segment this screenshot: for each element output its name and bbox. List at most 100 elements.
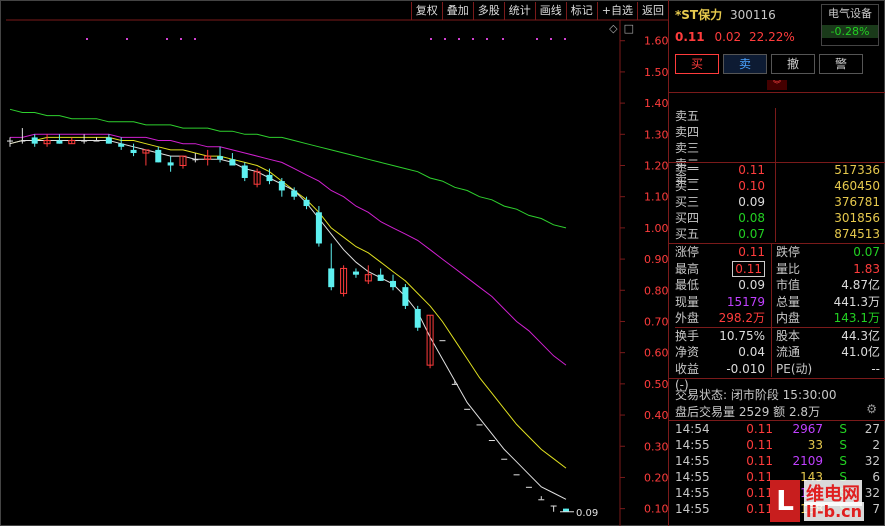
stat-row: 最低 0.09 市值 4.87亿 [675, 277, 880, 294]
orderbook-row[interactable]: 买四 0.08 301856 [675, 210, 880, 226]
candle-body-down [414, 308, 421, 328]
orderbook-price: 0.09 [738, 195, 765, 209]
tick-side: S [839, 454, 847, 468]
stat-label: 收益(-) [675, 361, 700, 393]
watermark-logo: L 维电网 li-b.cn [770, 478, 882, 524]
orderbook-level-label: 买三 [675, 195, 700, 209]
stat-value: 143.1万 [833, 311, 880, 325]
orderbook-row[interactable]: 买二 0.10 460450 [675, 178, 880, 194]
orderbook-row[interactable]: 买五 0.07 874513 [675, 226, 880, 242]
toolbar-fuquan-button[interactable]: 复权 [410, 2, 442, 20]
divider [775, 178, 776, 194]
sector-box[interactable]: 电气设备 -0.28% [821, 4, 879, 46]
orderbook-row[interactable]: 买三 0.09 376781 [675, 194, 880, 210]
candle-body-down [525, 486, 532, 488]
orderbook-row[interactable]: 卖三 [675, 140, 880, 156]
stock-name: *ST保力 [675, 8, 723, 22]
candle-body-down [377, 274, 384, 281]
orderbook-row[interactable]: 卖四 [675, 124, 880, 140]
marker-dot [444, 38, 446, 40]
stat-value: 441.3万 [833, 294, 880, 309]
sell-button[interactable]: 卖 [723, 54, 767, 74]
toolbar-multi-stock-button[interactable]: 多股 [472, 2, 504, 20]
buy-button[interactable]: 买 [675, 54, 719, 74]
stock-title: *ST保力 300116 [675, 6, 776, 23]
tick-price: 0.11 [746, 502, 773, 516]
marker-dot [86, 38, 88, 40]
stock-code: 300116 [729, 8, 776, 22]
y-tick-label: 1.20 [644, 159, 668, 172]
kline-chart[interactable]: 1.60 1.50 1.40 1.30 1.20 1.10 1.00 0.90 0.80 0.70… [6, 0, 668, 526]
divider [771, 260, 772, 277]
toolbar-mark-button[interactable]: 标记 [565, 2, 597, 20]
gear-icon[interactable]: ⚙ [866, 402, 877, 416]
tick-time: 14:55 [675, 502, 710, 516]
candle-body-down [19, 140, 26, 142]
cancel-order-button[interactable]: 撤 [771, 54, 815, 74]
orderbook-volume [782, 124, 880, 140]
tick-time: 14:55 [675, 486, 710, 500]
chart-mini-icons: ◇ □ [609, 22, 634, 35]
divider [775, 108, 776, 124]
price-change-pct: 22.22% [748, 30, 795, 44]
candle-body-down [328, 268, 335, 288]
orderbook-volume [782, 108, 880, 124]
divider [771, 360, 772, 377]
tick-time: 14:55 [675, 438, 710, 452]
candle-body-down [538, 499, 545, 501]
y-tick-label: 0.10 [644, 503, 668, 516]
candle-body-down [118, 143, 125, 147]
stat-value: 0.11 [709, 260, 765, 278]
divider [775, 162, 776, 178]
stat-value: 44.3亿 [841, 328, 880, 343]
toolbar-overlay-button[interactable]: 叠加 [441, 2, 473, 20]
candle-body-down [105, 137, 112, 144]
candle-body-down [31, 137, 38, 144]
tick-volume: 2967 [792, 422, 823, 436]
orderbook-row[interactable]: 卖五 [675, 108, 880, 124]
stat-label: 市值 [776, 278, 801, 292]
diamond-icon[interactable]: ◇ [609, 22, 617, 35]
toolbar-draw-button[interactable]: 画线 [534, 2, 566, 20]
stat-label: 流通 [776, 345, 801, 359]
kline-chart-area[interactable]: 1.60 1.50 1.40 1.30 1.20 1.10 1.00 0.90 0.80 0.70… [6, 0, 668, 526]
candle-body-down [451, 383, 458, 385]
y-tick-label: 1.60 [644, 35, 668, 48]
orderbook-price: 0.08 [738, 211, 765, 225]
tick-side: S [839, 438, 847, 452]
tick-time: 14:54 [675, 422, 710, 436]
stat-row: 涨停 0.11 跌停 0.07 [675, 244, 880, 261]
candle-body-down [402, 287, 409, 306]
square-icon[interactable]: □ [624, 22, 634, 35]
stat-label: 换手 [675, 328, 700, 343]
marker-dot [550, 38, 552, 40]
orderbook-buy: 买一 0.11 517336 买二 0.10 460450 买三 0.09 376781 买四 0.… [675, 162, 880, 242]
candle-body-down [464, 408, 471, 410]
marker-dot [166, 38, 168, 40]
divider [775, 194, 776, 210]
y-tick-label: 1.40 [644, 97, 668, 110]
marker-dot [502, 38, 504, 40]
toolbar-add-watchlist-button[interactable]: +自选 [596, 2, 637, 20]
marker-dot [536, 38, 538, 40]
tick-row: 14:55 0.11 2109 S 32 [675, 453, 880, 469]
tick-count: 27 [864, 422, 880, 436]
alert-button[interactable]: 警 [819, 54, 863, 74]
stat-value: 0.04 [738, 345, 765, 359]
collapse-chevron-icon[interactable]: ︾ [767, 80, 787, 90]
stat-label: 涨停 [675, 245, 700, 259]
candle-body-down [81, 140, 88, 142]
toolbar-stats-button[interactable]: 统计 [503, 2, 535, 20]
toolbar-back-button[interactable]: 返回 [637, 2, 668, 20]
trade-buttons: 买 卖 撤 警 [675, 54, 863, 74]
last-price-label: 0.09 [576, 508, 598, 519]
orderbook-volume: 517336 [834, 163, 880, 177]
stats-block: 涨停 0.11 跌停 0.07 最高 0.11 量比 1.83 最低 0.09 市值 4.87亿 现量 1… [675, 244, 880, 393]
orderbook-volume: 874513 [834, 227, 880, 241]
stat-value: 15179 [726, 294, 765, 309]
orderbook-row[interactable]: 买一 0.11 517336 [675, 162, 880, 178]
tick-count: 2 [872, 438, 880, 452]
orderbook-volume: 460450 [834, 179, 880, 193]
divider [771, 327, 772, 344]
tick-price: 0.11 [746, 470, 773, 484]
